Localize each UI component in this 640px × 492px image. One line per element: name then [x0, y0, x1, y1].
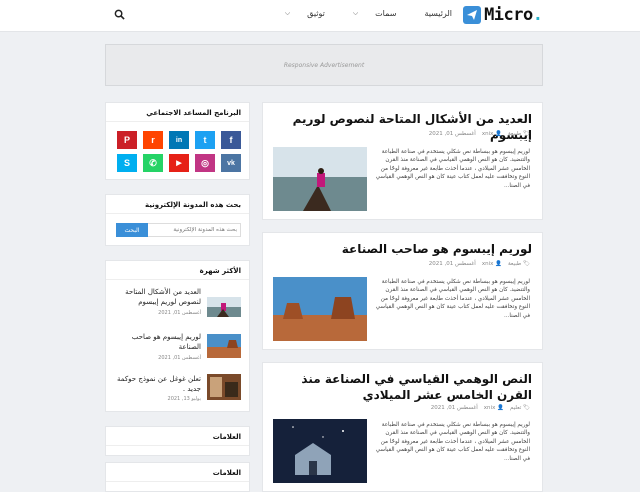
popular-thumbnail[interactable]	[207, 334, 241, 358]
widget-title: العلامات	[212, 469, 241, 477]
popular-widget: الأكثر شهرة العديد من الأشكال المتاحة لن…	[105, 260, 250, 412]
post-title[interactable]: لوريم إيبسوم هو صاحب الصناعة	[270, 241, 532, 257]
labels-widget: العلامات	[105, 462, 250, 492]
post-meta: 🏷 طبيعة 👤 xnix أغسطس 01, 2021	[429, 131, 530, 137]
post-thumbnail[interactable]	[273, 277, 367, 341]
social-widget: البرنامج المساعد الاجتماعي f t in r P vk…	[105, 102, 250, 180]
widget-divider	[106, 445, 249, 446]
site-logo[interactable]: Micro.	[463, 5, 543, 25]
post-author[interactable]: 👤 xnix	[482, 261, 502, 267]
chevron-down-icon: ⌵	[352, 9, 359, 17]
search-button[interactable]: البحث	[116, 223, 148, 237]
site-header: Micro. الرئيسية سمات ⌵ توثيق ⌵	[0, 0, 640, 32]
popular-title[interactable]: تعلن غوغل عن نموذج حوكمة جديد .	[115, 375, 201, 394]
twitter-icon[interactable]: t	[195, 131, 215, 149]
widget-title: بحث هذه المدونة الإلكترونية	[144, 201, 241, 209]
post-excerpt: لوريم إيبسوم هو ببساطة نص شكلي يستخدم في…	[375, 149, 530, 189]
nav-item-themes[interactable]: سمات ⌵	[339, 9, 397, 18]
widget-title: الأكثر شهرة	[199, 267, 241, 275]
post-thumbnail[interactable]	[273, 147, 367, 211]
popular-date: أغسطس 01, 2021	[158, 310, 201, 316]
widget-divider	[106, 121, 249, 122]
logo-text: Micro	[484, 5, 533, 25]
post-category[interactable]: 🏷 طبيعة	[508, 261, 530, 267]
post-title[interactable]: النص الوهمي القياسي في الصناعة منذ القرن…	[270, 371, 532, 403]
widget-title: العلامات	[212, 433, 241, 441]
pinterest-icon[interactable]: P	[117, 131, 137, 149]
reddit-icon[interactable]: r	[143, 131, 163, 149]
post-date: أغسطس 01, 2021	[428, 131, 476, 137]
linkedin-icon[interactable]: in	[169, 131, 189, 149]
popular-date: أغسطس 01, 2021	[158, 355, 201, 361]
post-thumbnail[interactable]	[273, 419, 367, 483]
post-date: أغسطس 01, 2021	[430, 405, 478, 411]
post-excerpt: لوريم إيبسوم هو ببساطة نص شكلي يستخدم في…	[375, 279, 530, 319]
nav-item-docs[interactable]: توثيق ⌵	[271, 9, 325, 18]
post-title[interactable]: العديد من الأشكال المتاحة لنصوص لوريم إي…	[270, 111, 532, 143]
post-excerpt: لوريم إيبسوم هو ببساطة نص شكلي يستخدم في…	[375, 422, 530, 462]
post-date: أغسطس 01, 2021	[428, 261, 476, 267]
main-nav: الرئيسية سمات ⌵ توثيق ⌵	[257, 9, 452, 18]
instagram-icon[interactable]: ◎	[195, 154, 215, 172]
popular-title[interactable]: العديد من الأشكال المتاحة لنصوص لوريم إي…	[115, 288, 201, 307]
post-card: لوريم إيبسوم هو صاحب الصناعة 🏷 طبيعة 👤 x…	[262, 232, 543, 350]
post-card: العديد من الأشكال المتاحة لنصوص لوريم إي…	[262, 102, 543, 220]
search-icon[interactable]	[114, 9, 125, 20]
post-meta: 🏷 تعليم 👤 xnix أغسطس 01, 2021	[431, 405, 530, 411]
post-author[interactable]: 👤 xnix	[484, 405, 504, 411]
post-card: النص الوهمي القياسي في الصناعة منذ القرن…	[262, 362, 543, 492]
whatsapp-icon[interactable]: ✆	[143, 154, 163, 172]
widget-divider	[106, 279, 249, 280]
post-category[interactable]: 🏷 طبيعة	[508, 131, 530, 137]
widget-divider	[106, 481, 249, 482]
ad-label: Responsive Advertisement	[283, 61, 365, 69]
chevron-down-icon: ⌵	[284, 9, 291, 17]
popular-thumbnail[interactable]	[207, 374, 241, 400]
nav-item-label: سمات	[375, 9, 397, 18]
popular-thumbnail[interactable]	[207, 297, 241, 317]
paper-plane-icon	[463, 6, 482, 24]
youtube-icon[interactable]: ▶	[169, 154, 189, 172]
widget-title: البرنامج المساعد الاجتماعي	[146, 109, 241, 117]
logo-dot: .	[532, 5, 543, 25]
ad-slot: Responsive Advertisement	[105, 44, 543, 86]
nav-item-label: الرئيسية	[424, 9, 452, 18]
nav-item-label: توثيق	[307, 9, 325, 18]
post-meta: 🏷 طبيعة 👤 xnix أغسطس 01, 2021	[429, 261, 530, 267]
vk-icon[interactable]: vk	[221, 154, 241, 172]
search-input[interactable]	[146, 223, 241, 237]
popular-title[interactable]: لوريم إيبسوم هو صاحب الصناعة	[115, 333, 201, 352]
post-category[interactable]: 🏷 تعليم	[510, 405, 530, 411]
popular-date: يوليو 13, 2021	[167, 396, 201, 402]
facebook-icon[interactable]: f	[221, 131, 241, 149]
skype-icon[interactable]: S	[117, 154, 137, 172]
labels-widget: العلامات	[105, 426, 250, 456]
widget-divider	[106, 213, 249, 214]
post-author[interactable]: 👤 xnix	[482, 131, 502, 137]
search-widget: بحث هذه المدونة الإلكترونية البحث	[105, 194, 250, 246]
nav-item-home[interactable]: الرئيسية	[410, 9, 452, 18]
